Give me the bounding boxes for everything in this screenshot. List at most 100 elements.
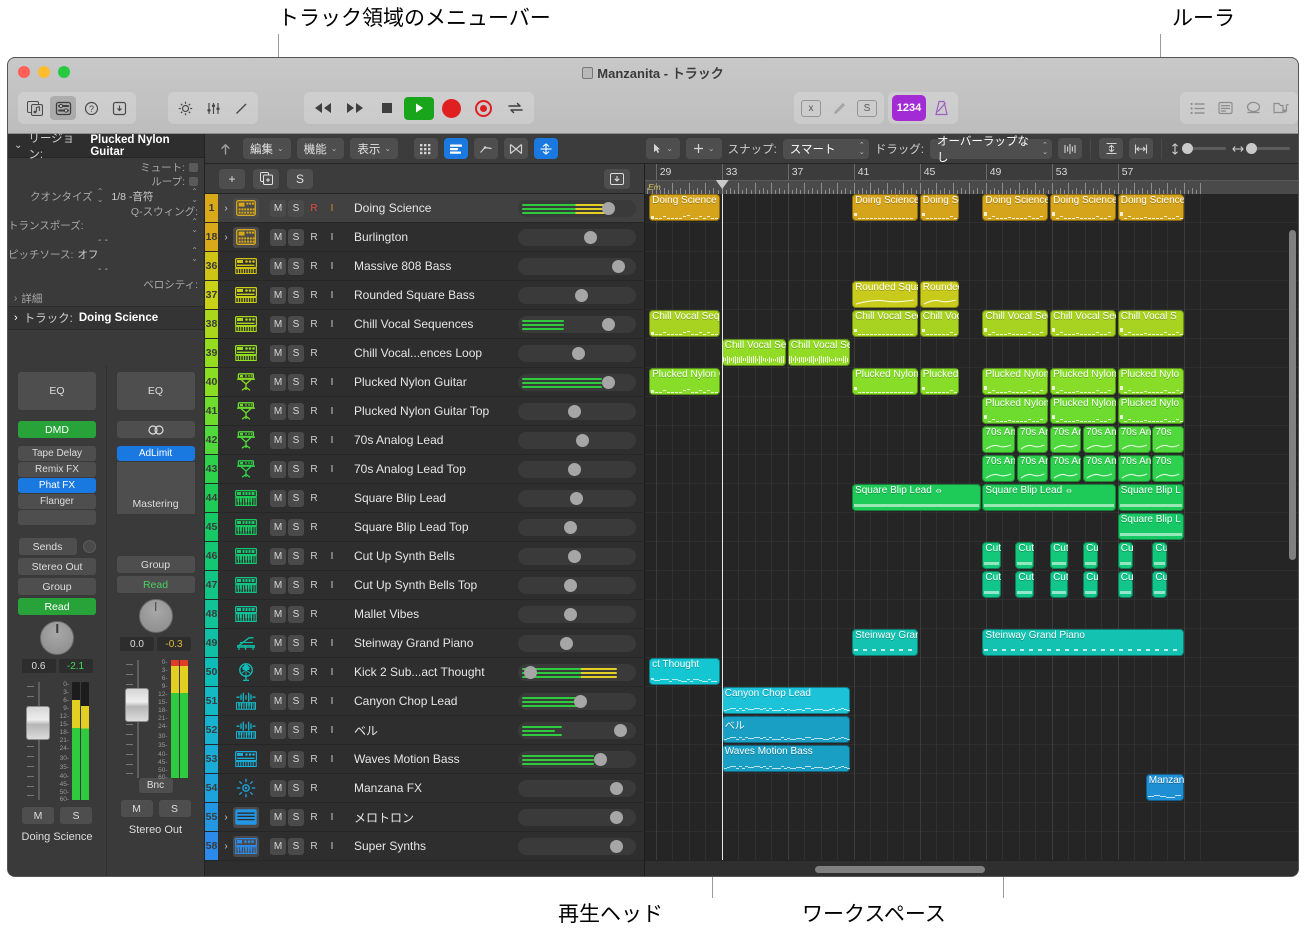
plugin-slot-2-1[interactable]: AdLimit — [116, 446, 195, 461]
solo-button[interactable]: S — [288, 199, 304, 217]
track-row[interactable]: 51 M S R I Canyon Chop Lead — [205, 687, 644, 716]
region[interactable]: Manzana FX — [1145, 774, 1184, 801]
keyboard-icon[interactable] — [233, 604, 259, 625]
mute-button[interactable]: M — [270, 634, 286, 652]
volume-handle[interactable] — [602, 201, 615, 215]
quantize-stepper-left[interactable]: ⌃ ⌄ — [97, 188, 104, 204]
chevron-right-icon[interactable]: › — [14, 312, 18, 324]
track-name[interactable]: Cut Up Synth Bells Top — [340, 578, 518, 592]
synth-icon[interactable] — [233, 314, 259, 335]
smart-controls-icon[interactable] — [172, 96, 198, 120]
volume-handle[interactable] — [602, 317, 615, 331]
track-name[interactable]: Plucked Nylon Guitar Top — [340, 404, 518, 418]
solo-button[interactable]: S — [288, 837, 304, 855]
track-name[interactable]: Massive 808 Bass — [340, 259, 518, 273]
track-row[interactable]: 18 › M S R I Burlington — [205, 223, 644, 252]
track-row[interactable]: 40 M S R I Plucked Nylon Guitar — [205, 368, 644, 397]
input-monitor-button[interactable]: I — [324, 461, 340, 478]
input-monitor-button[interactable]: I — [324, 809, 340, 826]
region[interactable]: 70s Ana — [1117, 426, 1151, 453]
menu-edit[interactable]: 編集 ⌄ — [243, 138, 291, 159]
input-monitor-button[interactable]: I — [324, 693, 340, 710]
region[interactable]: Steinway Grand Piano — [982, 629, 1184, 656]
track-name[interactable]: Steinway Grand Piano — [340, 636, 518, 650]
track-volume-slider[interactable] — [518, 837, 636, 855]
loops-icon[interactable] — [1240, 96, 1266, 120]
group-button-1[interactable]: Group — [18, 578, 96, 595]
region[interactable]: 70s Ana — [982, 426, 1016, 453]
record-arm-button[interactable]: R — [306, 809, 322, 826]
param-mute[interactable]: ミュート: — [8, 160, 204, 175]
region[interactable]: Chill Vocal Seque — [787, 339, 851, 366]
chevron-down-icon[interactable]: ⌄ — [14, 140, 22, 151]
pitch-source-stepper[interactable]: ⌃ ⌄ — [191, 246, 198, 263]
region[interactable]: 70s Ana — [1083, 455, 1117, 482]
record-arm-button[interactable]: R — [306, 345, 322, 362]
region[interactable]: ct Thought — [649, 658, 721, 685]
horizontal-scroll-thumb[interactable] — [815, 866, 985, 873]
region[interactable]: Cut — [982, 542, 1001, 569]
region[interactable]: Cut — [1015, 571, 1034, 598]
plugin-slot-1-1[interactable]: Tape Delay — [18, 446, 96, 461]
track-row[interactable]: 43 M S R I 70s Analog Lead Top — [205, 455, 644, 484]
region[interactable]: Chill Vocal Seque — [982, 310, 1049, 337]
track-name[interactable]: Manzana FX — [340, 781, 518, 795]
track-row[interactable]: 45 M S R Square Blip Lead Top — [205, 513, 644, 542]
input-monitor-button[interactable]: I — [324, 577, 340, 594]
automation-button-1[interactable]: Read — [18, 598, 96, 615]
volume-handle[interactable] — [612, 259, 625, 273]
synth-icon[interactable] — [233, 256, 259, 277]
region[interactable]: 70s Ana — [982, 455, 1016, 482]
mute-button[interactable]: M — [270, 663, 286, 681]
rewind-icon[interactable] — [308, 95, 338, 121]
track-row[interactable]: 58 › M S R I Super Synths — [205, 832, 644, 861]
record-arm-button[interactable]: R — [306, 548, 322, 565]
volume-handle[interactable] — [614, 723, 627, 737]
input-monitor-button[interactable]: I — [324, 548, 340, 565]
track-name[interactable]: Cut Up Synth Bells — [340, 549, 518, 563]
input-monitor-button[interactable]: I — [324, 316, 340, 333]
track-name[interactable]: Plucked Nylon Guitar — [340, 375, 518, 389]
marquee-tool[interactable]: ⌄ — [685, 138, 722, 159]
forward-icon[interactable] — [340, 95, 370, 121]
mute-button[interactable]: M — [270, 721, 286, 739]
solo-button[interactable]: S — [288, 634, 304, 652]
mute-button[interactable]: M — [270, 228, 286, 246]
region[interactable]: Rounded Square — [852, 281, 919, 308]
region[interactable]: 70s Ana — [1050, 426, 1082, 453]
input-monitor-button[interactable]: I — [324, 635, 340, 652]
mute-button[interactable]: M — [270, 460, 286, 478]
guitar-icon[interactable] — [233, 459, 259, 480]
input-monitor-button[interactable]: I — [324, 838, 340, 855]
mute-button[interactable]: M — [270, 837, 286, 855]
chevron-right-icon[interactable]: › — [221, 812, 231, 823]
region[interactable]: Square Blip Lead ⦵ — [852, 484, 981, 511]
track-row[interactable]: 49 M S R I Steinway Grand Piano — [205, 629, 644, 658]
record-arm-button[interactable]: R — [306, 461, 322, 478]
arrange-canvas[interactable]: Doing ScienceDoing ScienceDoing ScienceD… — [645, 194, 1298, 860]
track-name[interactable]: Chill Vocal Sequences — [340, 317, 518, 331]
synth-icon[interactable] — [233, 749, 259, 770]
mute-button[interactable]: M — [270, 373, 286, 391]
region[interactable]: Plucked Nylon G — [852, 368, 919, 395]
duplicate-track-button[interactable] — [253, 168, 279, 189]
record-arm-button[interactable]: R — [306, 519, 322, 536]
region[interactable]: Waves Motion Bass — [721, 745, 851, 772]
instrument-slot-1[interactable]: DMD — [18, 421, 96, 438]
track-row[interactable]: 42 M S R I 70s Analog Lead — [205, 426, 644, 455]
volume-value-2[interactable]: -0.3 — [157, 637, 191, 651]
track-volume-slider[interactable] — [518, 431, 636, 449]
track-volume-slider[interactable] — [518, 576, 636, 594]
record-arm-button[interactable]: R — [306, 635, 322, 652]
track-name[interactable]: Square Blip Lead Top — [340, 520, 518, 534]
synth-stack-icon[interactable] — [233, 835, 259, 857]
waveform-view-icon[interactable] — [444, 138, 469, 159]
solo-button[interactable]: S — [288, 605, 304, 623]
track-volume-slider[interactable] — [518, 402, 636, 420]
volume-handle[interactable] — [524, 665, 537, 679]
track-volume-slider[interactable] — [518, 518, 636, 536]
solo-mode-icon[interactable]: S — [854, 96, 880, 120]
loop-checkbox[interactable] — [189, 177, 198, 187]
input-monitor-button[interactable]: I — [324, 751, 340, 768]
track-name[interactable]: Chill Vocal...ences Loop — [340, 346, 518, 360]
